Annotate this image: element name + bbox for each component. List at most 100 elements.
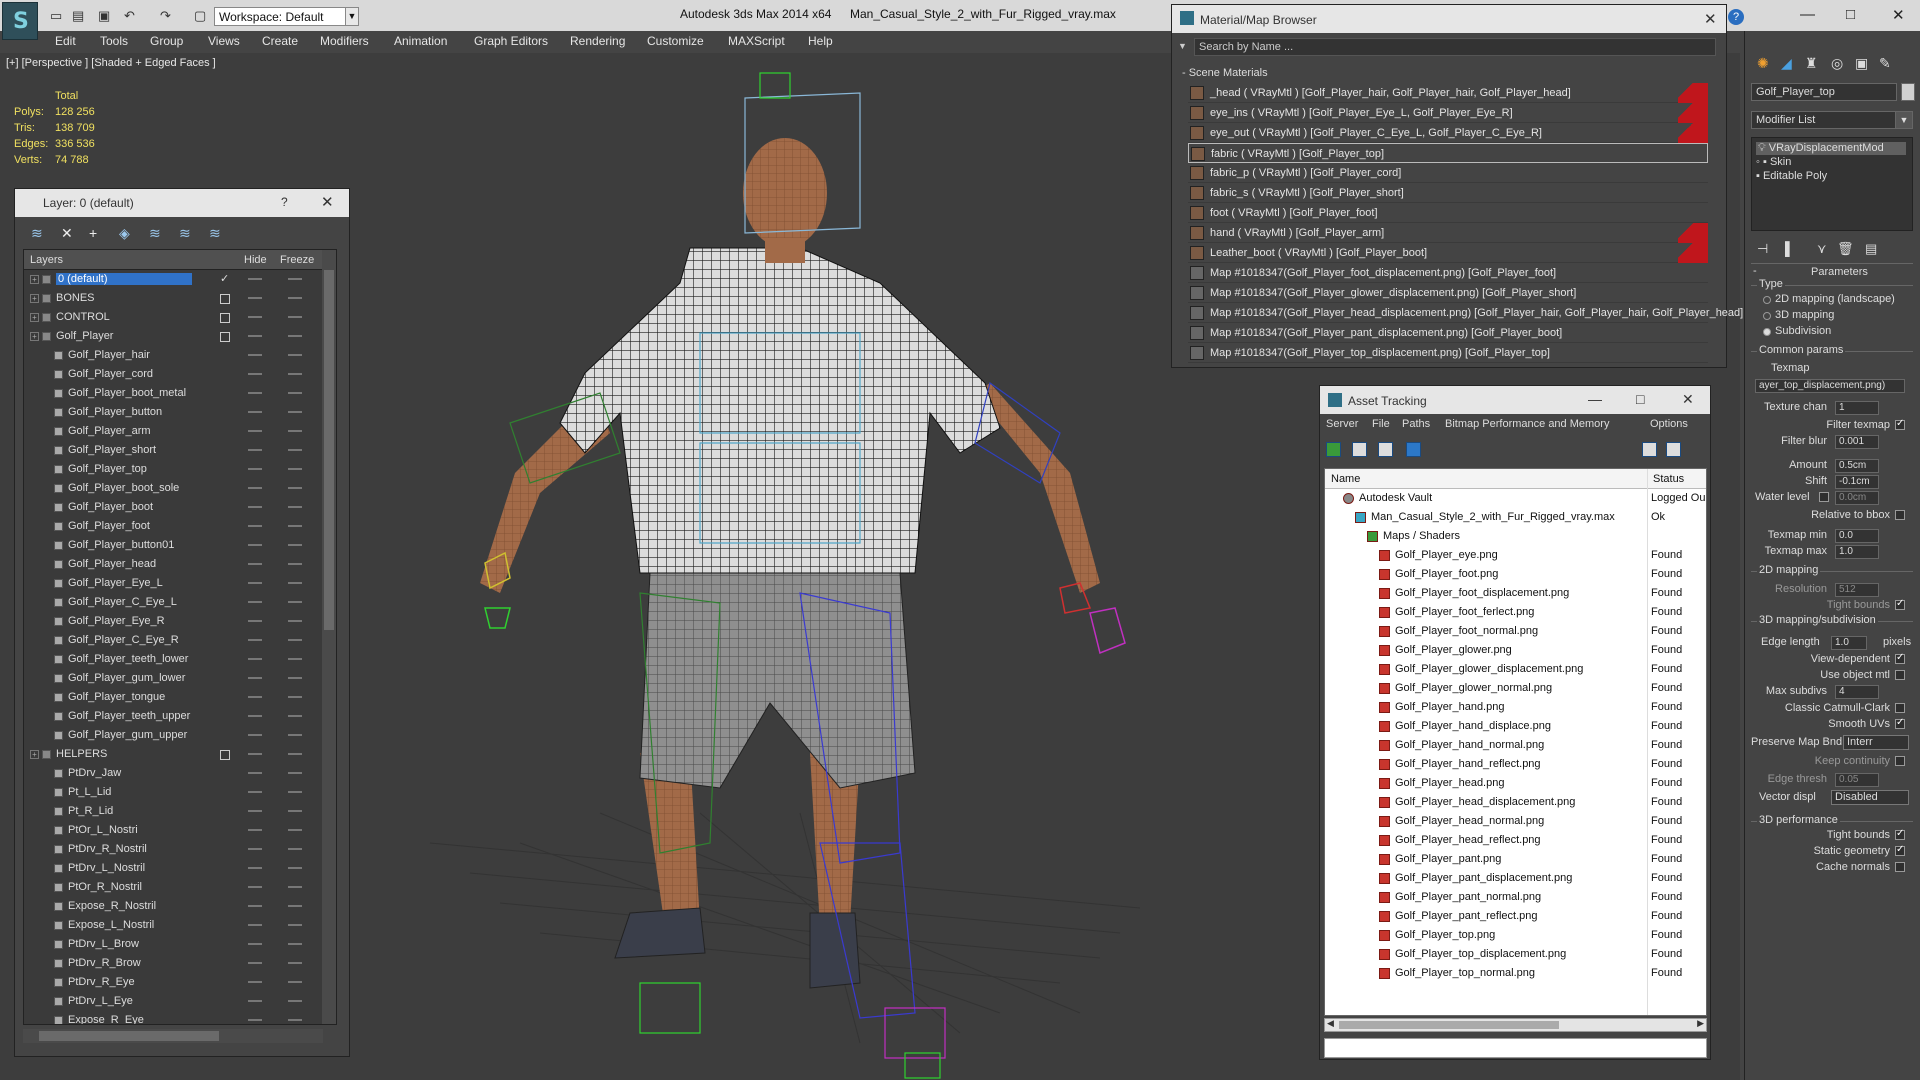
tight-bounds-2d-checkbox[interactable] [1895, 598, 1905, 610]
asset-row[interactable]: Golf_Player_top_displacement.png Found [1325, 945, 1706, 964]
hide-toggle[interactable] [248, 734, 262, 736]
asset-row[interactable]: Golf_Player_glower_displacement.png Found [1325, 660, 1706, 679]
create-layer-icon[interactable]: ≋ [31, 225, 43, 242]
material-list[interactable]: _head ( VRayMtl ) [Golf_Player_hair, Gol… [1188, 83, 1743, 367]
layer-row[interactable]: PtDrv_L_Nostril [24, 859, 336, 878]
utilities-tab-icon[interactable]: ✎ [1879, 55, 1897, 73]
scroll-thumb[interactable] [1339, 1021, 1559, 1029]
layer-row[interactable]: PtDrv_R_Brow [24, 954, 336, 973]
menu-views[interactable]: Views [208, 34, 240, 48]
make-unique-icon[interactable]: ⋎ [1817, 241, 1827, 257]
hide-toggle[interactable] [248, 278, 262, 280]
layer-hscrollbar[interactable] [23, 1029, 323, 1043]
lightbulb-icon[interactable]: ◦ [1756, 156, 1760, 168]
col-name[interactable]: Name [1331, 473, 1360, 485]
static-geometry-checkbox[interactable] [1895, 844, 1905, 856]
asset-row[interactable]: Golf_Player_glower_normal.png Found [1325, 679, 1706, 698]
save-file-icon[interactable]: ▣ [98, 8, 110, 24]
hide-toggle[interactable] [248, 525, 262, 527]
hide-toggle[interactable] [248, 411, 262, 413]
layer-row[interactable]: Golf_Player_button01 [24, 536, 336, 555]
layer-row[interactable]: Golf_Player_cord [24, 365, 336, 384]
map-item[interactable]: Map #1018347(Golf_Player_head_displaceme… [1188, 303, 1743, 323]
close-icon[interactable]: ✕ [321, 193, 334, 211]
layer-row[interactable]: Golf_Player_foot [24, 517, 336, 536]
menu-create[interactable]: Create [262, 34, 298, 48]
freeze-toggle[interactable] [288, 316, 302, 318]
maximize-button[interactable]: □ [1636, 391, 1644, 407]
freeze-all-icon[interactable]: ≋ [209, 225, 221, 242]
current-layer-checkbox[interactable] [220, 294, 230, 304]
configure-sets-icon[interactable]: ▤ [1865, 241, 1877, 257]
hide-all-icon[interactable]: ≋ [179, 225, 191, 242]
layer-row[interactable]: Golf_Player_top [24, 460, 336, 479]
freeze-toggle[interactable] [288, 734, 302, 736]
hide-toggle[interactable] [248, 354, 262, 356]
layer-row[interactable]: Pt_L_Lid [24, 783, 336, 802]
hide-toggle[interactable] [248, 867, 262, 869]
hide-toggle[interactable] [248, 886, 262, 888]
freeze-toggle[interactable] [288, 753, 302, 755]
texmap-max-spinner[interactable]: 1.0 [1835, 545, 1879, 559]
hide-toggle[interactable] [248, 430, 262, 432]
use-object-mtl-checkbox[interactable] [1895, 670, 1905, 680]
freeze-toggle[interactable] [288, 544, 302, 546]
hierarchy-tab-icon[interactable]: ♜ [1805, 55, 1823, 73]
hide-toggle[interactable] [248, 810, 262, 812]
freeze-toggle[interactable] [288, 430, 302, 432]
menu-options[interactable]: Options [1650, 418, 1688, 430]
layer-row[interactable]: + Golf_Player [24, 327, 336, 346]
asset-tracking-titlebar[interactable]: Asset Tracking — □ ✕ [1320, 386, 1710, 414]
expand-icon[interactable]: + [30, 750, 39, 759]
hide-toggle[interactable] [248, 316, 262, 318]
help-icon[interactable] [1642, 442, 1657, 457]
hide-toggle[interactable] [248, 943, 262, 945]
water-level-spinner[interactable]: 0.0cm [1835, 491, 1879, 505]
scroll-thumb[interactable] [324, 270, 334, 630]
layer-vscrollbar[interactable] [322, 250, 336, 1024]
object-name-field[interactable]: Golf_Player_top [1751, 83, 1897, 101]
hide-toggle[interactable] [248, 582, 262, 584]
asset-row[interactable]: Golf_Player_eye.png Found [1325, 546, 1706, 565]
hide-toggle[interactable] [248, 563, 262, 565]
freeze-toggle[interactable] [288, 886, 302, 888]
layer-row[interactable]: Golf_Player_teeth_lower [24, 650, 336, 669]
chevron-down-icon[interactable]: ▼ [345, 7, 359, 26]
texmap-button[interactable]: ayer_top_displacement.png) [1755, 379, 1905, 393]
asset-row[interactable]: Golf_Player_top_normal.png Found [1325, 964, 1706, 983]
material-item[interactable]: eye_ins ( VRayMtl ) [Golf_Player_Eye_L, … [1188, 103, 1708, 123]
current-layer-checkbox[interactable] [220, 332, 230, 342]
asset-table[interactable]: Name Status Autodesk Vault Logged Ou Man_C… [1324, 468, 1707, 1016]
layer-row[interactable]: Expose_L_Nostril [24, 916, 336, 935]
freeze-toggle[interactable] [288, 449, 302, 451]
material-search-input[interactable]: Search by Name ... [1194, 38, 1716, 56]
freeze-toggle[interactable] [288, 810, 302, 812]
scroll-thumb[interactable] [39, 1031, 219, 1041]
filter-blur-spinner[interactable]: 0.001 [1835, 435, 1879, 449]
freeze-toggle[interactable] [288, 1000, 302, 1002]
keep-continuity-checkbox[interactable] [1895, 756, 1905, 766]
viewport-label[interactable]: [+] [Perspective ] [Shaded + Edged Faces… [6, 57, 216, 69]
map-item[interactable]: Map #1018347(Golf_Player_pant_displaceme… [1188, 323, 1708, 343]
material-item[interactable]: hand ( VRayMtl ) [Golf_Player_arm] [1188, 223, 1708, 243]
menu-customize[interactable]: Customize [647, 34, 704, 48]
layer-row[interactable]: + CONTROL [24, 308, 336, 327]
asset-row[interactable]: Golf_Player_head.png Found [1325, 774, 1706, 793]
freeze-toggle[interactable] [288, 867, 302, 869]
asset-row[interactable]: Golf_Player_pant_normal.png Found [1325, 888, 1706, 907]
asset-row[interactable]: Golf_Player_pant_displacement.png Found [1325, 869, 1706, 888]
hide-toggle[interactable] [248, 981, 262, 983]
create-tab-icon[interactable]: ✺ [1757, 55, 1775, 73]
radio-3d-mapping[interactable] [1763, 312, 1771, 320]
app-logo-icon[interactable] [2, 2, 38, 40]
asset-row[interactable]: Golf_Player_foot_ferlect.png Found [1325, 603, 1706, 622]
modifier-list-dropdown[interactable]: Modifier List [1751, 111, 1913, 129]
checkmark-icon[interactable]: ✓ [220, 272, 229, 285]
expand-icon[interactable]: ▪ [1756, 170, 1760, 182]
menu-server[interactable]: Server [1326, 418, 1358, 430]
scene-materials-group[interactable]: - Scene Materials [1182, 67, 1268, 79]
hide-toggle[interactable] [248, 620, 262, 622]
hide-toggle[interactable] [248, 905, 262, 907]
layer-row[interactable]: Golf_Player_boot_metal [24, 384, 336, 403]
material-item[interactable]: foot ( VRayMtl ) [Golf_Player_foot] [1188, 203, 1708, 223]
